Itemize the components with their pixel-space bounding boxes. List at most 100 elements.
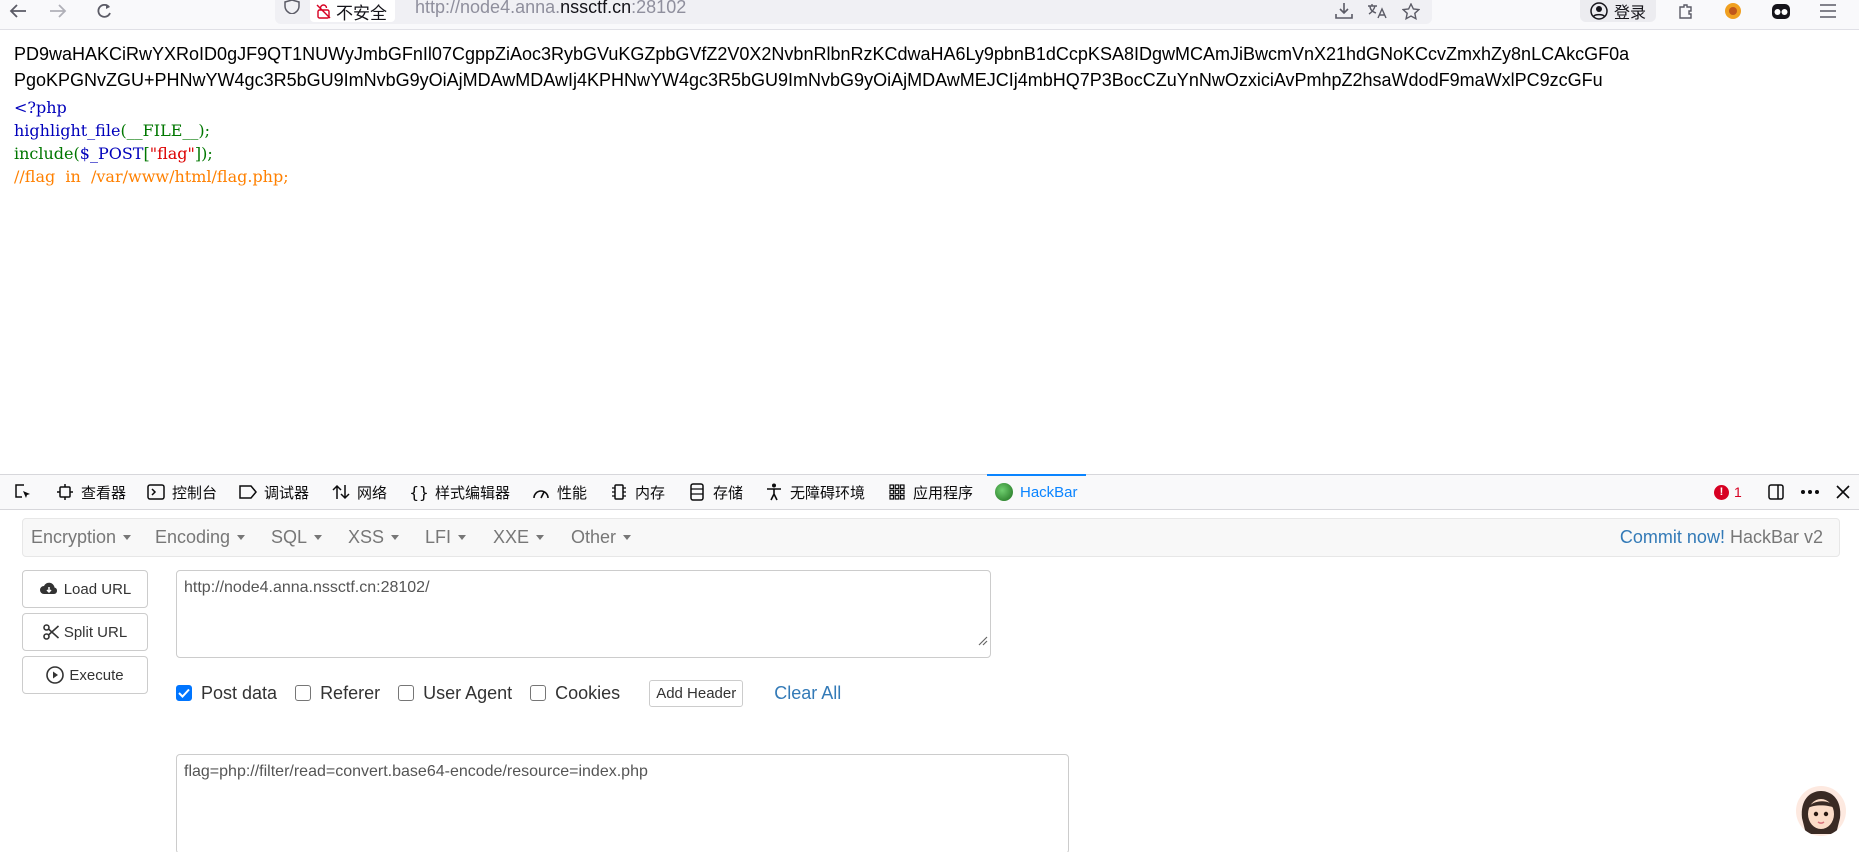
download-button[interactable] [1330,0,1358,22]
app-menu-button[interactable] [1814,0,1842,22]
menu-xss[interactable]: XSS [348,519,400,556]
account-login-button[interactable]: 登录 [1580,0,1657,22]
split-url-button[interactable]: Split URL [22,613,148,651]
checkbox-unchecked-icon [398,685,415,701]
tab-accessibility[interactable]: 无障碍环境 [765,475,865,509]
pick-element-icon [14,483,32,501]
menu-other[interactable]: Other [571,519,632,556]
extension-fox-button[interactable] [1719,0,1747,22]
panda-extension-icon [1772,4,1790,19]
error-count: 1 [1734,484,1742,500]
cloud-download-icon [39,582,57,594]
tab-label: 内存 [635,484,666,502]
user-agent-label: User Agent [423,682,513,703]
caret-down-icon [458,535,467,540]
checkbox-unchecked-icon [295,685,312,701]
menu-encoding[interactable]: Encoding [155,519,246,556]
user-agent-checkbox[interactable]: User Agent [398,683,512,704]
caret-down-icon [391,535,400,540]
shield-icon [284,0,300,14]
tab-network[interactable]: 网络 [332,475,387,509]
url-domain: nssctf.cn [560,0,632,17]
reload-icon [97,4,111,18]
devtools-more-button[interactable] [1801,475,1819,509]
commit-now-link[interactable]: Commit now! [1620,527,1725,548]
devtools-tab-bar: 查看器 控制台 调试器 网络 {} 样式编辑器 性能 内存 存储 无障碍环境 应… [0,474,1859,510]
tab-label: 网络 [357,484,388,502]
tab-storage[interactable]: 存储 [688,475,743,509]
tab-label: 控制台 [172,484,218,502]
tab-performance[interactable]: 性能 [532,475,587,509]
clear-all-link[interactable]: Clear All [774,683,841,704]
tab-console[interactable]: 控制台 [147,475,217,509]
devtools-close-button[interactable] [1834,475,1852,509]
caret-down-icon [314,535,323,540]
menu-sql[interactable]: SQL [271,519,323,556]
code-key-string: "flag" [149,144,195,163]
menu-label: Encryption [31,527,117,547]
code-bracket-close: ]); [194,144,213,163]
menu-label: Other [571,527,617,547]
hackbar-icon [995,483,1013,501]
memory-icon [610,483,628,501]
tab-label: 样式编辑器 [435,484,511,502]
php-source-code: <?php highlight_file(__FILE__); include(… [14,96,289,188]
resize-grip-icon[interactable] [976,634,988,646]
tab-style-editor[interactable]: {} 样式编辑器 [409,475,511,509]
menu-xxe[interactable]: XXE [493,519,545,556]
extension-panda-button[interactable] [1767,0,1795,22]
performance-icon [532,483,550,501]
tab-label: 应用程序 [913,484,974,502]
base64-output-line-1: PD9waHAKCiRwYXRoID0gJF9QT1NUWyJmbGFnIl07… [14,44,1630,64]
application-icon [888,483,906,501]
referer-checkbox[interactable]: Referer [295,683,380,704]
post-data-checkbox[interactable]: Post data [176,683,277,704]
base64-output-line-2: PgoKPGNvZGU+PHNwYW4gc3R5bGU9ImNvbG9yOiAj… [14,70,1603,90]
tab-hackbar[interactable]: HackBar [987,474,1086,509]
translate-button[interactable] [1363,0,1391,22]
inspector-icon [56,483,74,501]
element-picker-button[interactable] [14,475,32,509]
post-data-label: Post data [201,682,278,703]
extensions-button[interactable] [1672,0,1700,22]
caret-down-icon [123,535,132,540]
assistant-avatar[interactable] [1796,786,1846,836]
download-icon [1335,3,1353,19]
menu-label: Encoding [155,527,231,547]
bookmark-button[interactable] [1397,0,1425,22]
menu-encryption[interactable]: Encryption [31,519,132,556]
star-icon [1402,2,1420,20]
tab-label: 调试器 [264,484,310,502]
tab-label: HackBar [1020,483,1078,501]
request-options: Post data Referer User Agent Cookies Add… [176,678,841,708]
back-button[interactable] [4,0,32,22]
security-label: 不安全 [336,3,387,23]
forward-button[interactable] [44,0,72,22]
hackbar-menubar: Encryption Encoding SQL XSS LFI XXE Othe… [22,518,1840,557]
execute-button[interactable]: Execute [22,656,148,694]
url-textarea[interactable] [176,570,991,658]
load-url-button[interactable]: Load URL [22,570,148,608]
tab-memory[interactable]: 内存 [610,475,665,509]
menu-lfi[interactable]: LFI [425,519,467,556]
close-icon [1834,483,1852,501]
reload-button[interactable] [90,0,118,22]
dock-side-button[interactable] [1767,475,1785,509]
avatar-face-icon [1801,791,1841,834]
url-display[interactable]: http://node4.anna.nssctf.cn:28102 [415,0,686,18]
security-indicator[interactable]: 不安全 [310,0,395,23]
page-content: PD9waHAKCiRwYXRoID0gJF9QT1NUWyJmbGFnIl07… [0,30,1859,474]
cookies-checkbox[interactable]: Cookies [530,683,620,704]
add-header-button[interactable]: Add Header [649,679,744,707]
cookies-label: Cookies [555,682,621,703]
post-data-textarea[interactable] [176,754,1069,852]
tab-label: 存储 [713,484,744,502]
more-options-icon [1801,483,1819,501]
tab-application[interactable]: 应用程序 [888,475,973,509]
tab-debugger[interactable]: 调试器 [239,475,309,509]
caret-down-icon [623,535,632,540]
network-icon [332,483,350,501]
tab-inspector[interactable]: 查看器 [56,475,126,509]
error-count-badge[interactable]: ! 1 [1714,484,1742,500]
menu-label: LFI [425,527,452,547]
